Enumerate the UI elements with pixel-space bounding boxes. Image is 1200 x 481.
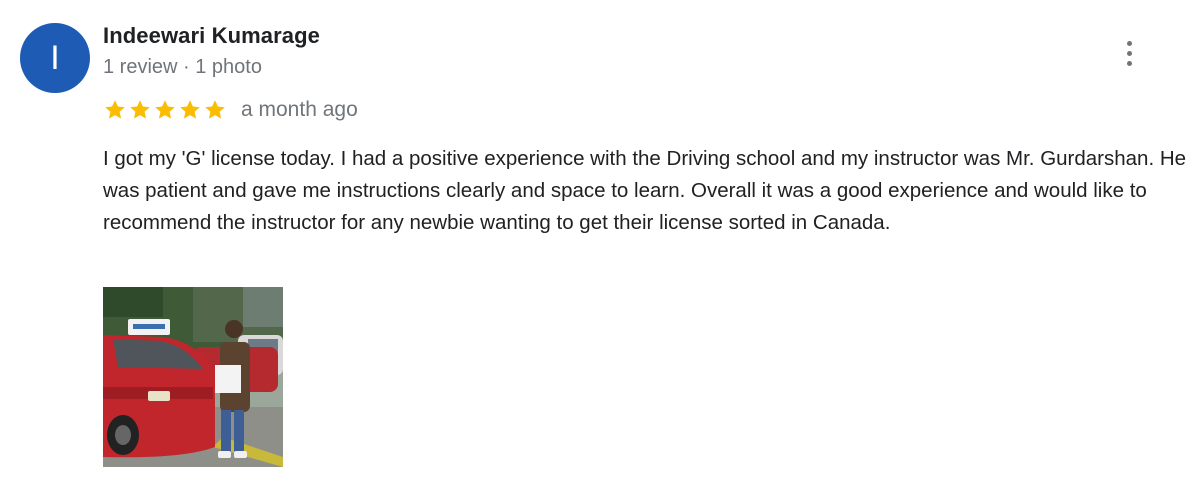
reviewer-meta: 1 review · 1 photo bbox=[103, 56, 262, 78]
reviewer-name[interactable]: Indeewari Kumarage bbox=[103, 23, 320, 49]
review-time: a month ago bbox=[241, 98, 358, 121]
star-rating bbox=[103, 98, 227, 122]
star-icon bbox=[180, 100, 200, 119]
more-dot bbox=[1126, 40, 1132, 46]
avatar-initial: I bbox=[50, 38, 60, 77]
more-dot bbox=[1126, 50, 1132, 56]
star-icon bbox=[155, 100, 175, 119]
star-icon bbox=[205, 100, 225, 119]
avatar[interactable]: I bbox=[20, 23, 90, 93]
photo-image bbox=[103, 287, 283, 467]
review-text: I got my 'G' license today. I had a posi… bbox=[103, 147, 1187, 234]
star-icon bbox=[130, 100, 150, 119]
rating-row: a month ago bbox=[103, 96, 358, 124]
more-dot bbox=[1126, 60, 1132, 66]
more-vert-icon[interactable] bbox=[1114, 37, 1144, 69]
review-photo[interactable] bbox=[103, 287, 283, 467]
star-icon bbox=[105, 100, 125, 119]
